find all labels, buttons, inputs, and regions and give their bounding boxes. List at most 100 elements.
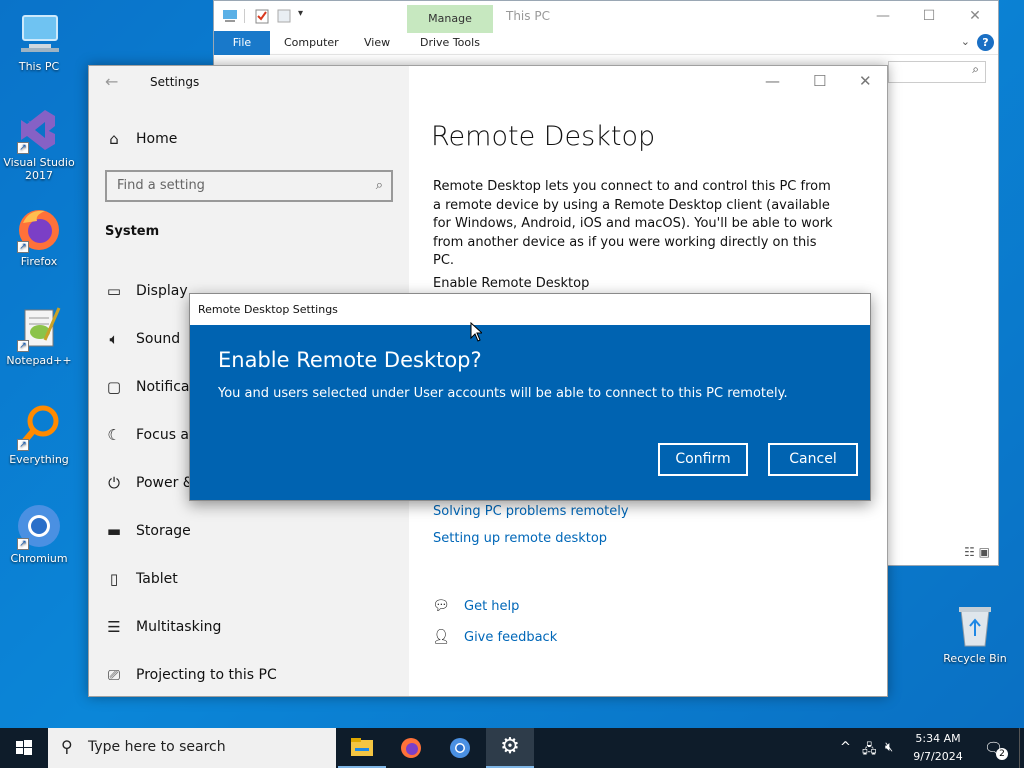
nav-projecting[interactable]: ⎚ Projecting to this PC (105, 666, 277, 684)
start-button[interactable] (0, 728, 48, 768)
shortcut-arrow-icon: ↗ (17, 241, 29, 253)
enable-remote-desktop-label: Enable Remote Desktop (433, 276, 590, 291)
new-folder-icon[interactable] (276, 8, 292, 24)
maximize-button[interactable]: ☐ (813, 72, 826, 90)
details-view-icon[interactable]: ☷ (964, 545, 975, 559)
minimize-button[interactable]: — (860, 1, 906, 31)
tab-drive-tools[interactable]: Drive Tools (420, 36, 480, 49)
get-help-label: Get help (464, 598, 520, 614)
maximize-button[interactable]: ☐ (906, 1, 952, 31)
desktop-icon-notepadpp[interactable]: ↗ Notepad++ (0, 304, 78, 367)
give-feedback-label: Give feedback (464, 629, 558, 645)
nav-multitasking[interactable]: ☰ Multitasking (105, 618, 221, 636)
taskbar-settings[interactable]: ⚙ (486, 728, 534, 768)
help-icon[interactable]: ? (977, 34, 994, 51)
qat-dropdown-icon[interactable]: ▾ (298, 8, 308, 24)
chromium-icon: ↗ (15, 502, 63, 550)
search-icon: ⚲ (61, 737, 73, 756)
nav-storage[interactable]: ▬ Storage (105, 522, 191, 540)
nav-label: Power & (136, 475, 194, 491)
this-pc-icon (15, 10, 63, 58)
taskbar-file-explorer[interactable] (338, 728, 386, 768)
desktop-icon-this-pc[interactable]: This PC (0, 10, 78, 73)
close-button[interactable]: ✕ (952, 1, 998, 31)
mouse-cursor-icon (470, 322, 482, 342)
find-setting-input[interactable]: Find a setting ⌕ (105, 170, 393, 202)
settings-app-title: Settings (150, 75, 200, 89)
show-hidden-icons-chevron-icon[interactable]: ^ (840, 740, 851, 755)
notepadpp-icon: ↗ (15, 304, 63, 352)
ribbon-expand-icon[interactable]: ⌄ (961, 35, 970, 48)
shortcut-arrow-icon: ↗ (17, 439, 29, 451)
clock-date[interactable]: 9/7/2024 (906, 750, 970, 763)
clock-time[interactable]: 5:34 AM (906, 732, 970, 745)
home-icon: ⌂ (109, 130, 119, 148)
windows-logo-icon (16, 740, 32, 755)
file-explorer-icon (351, 738, 373, 756)
search-icon: ⌕ (375, 178, 383, 193)
nav-power[interactable]: ⏻ Power & (105, 474, 194, 492)
quick-access-toolbar: ▾ (222, 8, 308, 24)
cancel-button[interactable]: Cancel (768, 443, 858, 476)
close-button[interactable]: ✕ (859, 72, 872, 90)
confirm-button[interactable]: Confirm (658, 443, 748, 476)
taskbar-search-placeholder: Type here to search (88, 739, 226, 755)
firefox-icon: ↗ (15, 205, 63, 253)
network-icon[interactable]: 🖧︎ (862, 740, 877, 762)
page-description: Remote Desktop lets you connect to and c… (433, 179, 833, 268)
explorer-search-box[interactable]: ⌕ (888, 61, 986, 83)
link-setting-up-remote-desktop[interactable]: Setting up remote desktop (433, 531, 607, 546)
ribbon-tabs: File Computer View Drive Tools ⌄ ? (214, 31, 998, 55)
link-solving-pc-problems[interactable]: Solving PC problems remotely (433, 504, 629, 519)
action-center-button[interactable]: 🗨︎ 2 (984, 738, 1008, 760)
back-arrow-icon[interactable]: ← (105, 72, 118, 91)
power-icon: ⏻ (108, 474, 120, 492)
nav-display[interactable]: ▭ Display (105, 282, 188, 300)
manage-tab[interactable]: Manage (407, 5, 493, 33)
notification-count-badge: 2 (996, 748, 1008, 760)
nav-label: Projecting to this PC (136, 667, 277, 683)
tab-view[interactable]: View (364, 36, 390, 49)
nav-home[interactable]: ⌂ Home (105, 130, 177, 148)
desktop-icon-label: Recycle Bin (943, 652, 1007, 665)
minimize-button[interactable]: — (765, 72, 780, 90)
desktop-icon-firefox[interactable]: ↗ Firefox (0, 205, 78, 268)
properties-icon[interactable] (254, 8, 270, 24)
nav-tablet[interactable]: ▯ Tablet (105, 570, 178, 588)
tab-file[interactable]: File (214, 31, 270, 55)
desktop-icon-label: Chromium (10, 552, 68, 565)
tab-computer[interactable]: Computer (284, 36, 339, 49)
give-feedback-link[interactable]: 👤︎ Give feedback (431, 629, 557, 645)
get-help-link[interactable]: 💬︎ Get help (431, 598, 519, 614)
nav-label: Multitasking (136, 619, 222, 635)
computer-icon[interactable] (222, 8, 238, 24)
nav-home-label: Home (136, 131, 178, 147)
desktop-icon-recycle-bin[interactable]: Recycle Bin (936, 602, 1014, 665)
qat-separator (244, 9, 248, 23)
tablet-icon: ▯ (109, 570, 119, 588)
gear-icon: ⚙ (500, 734, 520, 759)
nav-notifications[interactable]: ▢ Notificati (105, 378, 199, 396)
multitasking-icon: ☰ (107, 618, 121, 636)
taskbar-search-box[interactable]: ⚲ Type here to search (48, 728, 336, 768)
visual-studio-icon: ↗ (15, 106, 63, 154)
show-desktop-button[interactable] (1019, 728, 1024, 768)
dialog-heading: Enable Remote Desktop? (218, 348, 482, 372)
explorer-title: This PC (506, 9, 550, 23)
volume-muted-icon[interactable]: 🔇︎ (885, 740, 893, 755)
feedback-icon: 👤︎ (432, 629, 450, 645)
nav-label: Sound (136, 331, 181, 347)
view-toggle[interactable]: ☷ ▣ (964, 545, 990, 559)
large-icons-view-icon[interactable]: ▣ (979, 545, 990, 559)
page-title: Remote Desktop (431, 121, 656, 152)
firefox-icon (401, 738, 421, 758)
desktop-icon-label: Everything (9, 453, 69, 466)
nav-sound[interactable]: 🔈︎ Sound (105, 330, 180, 348)
desktop-icon-everything[interactable]: ↗ Everything (0, 403, 78, 466)
desktop-icon-label: Notepad++ (6, 354, 72, 367)
taskbar: ⚲ Type here to search ⚙ ^ 🖧︎ 🔇︎ 5:34 AM … (0, 728, 1024, 768)
desktop-icon-visual-studio[interactable]: ↗ Visual Studio 2017 (0, 106, 78, 182)
desktop-icon-chromium[interactable]: ↗ Chromium (0, 502, 78, 565)
taskbar-chromium[interactable] (436, 728, 484, 768)
taskbar-firefox[interactable] (387, 728, 435, 768)
